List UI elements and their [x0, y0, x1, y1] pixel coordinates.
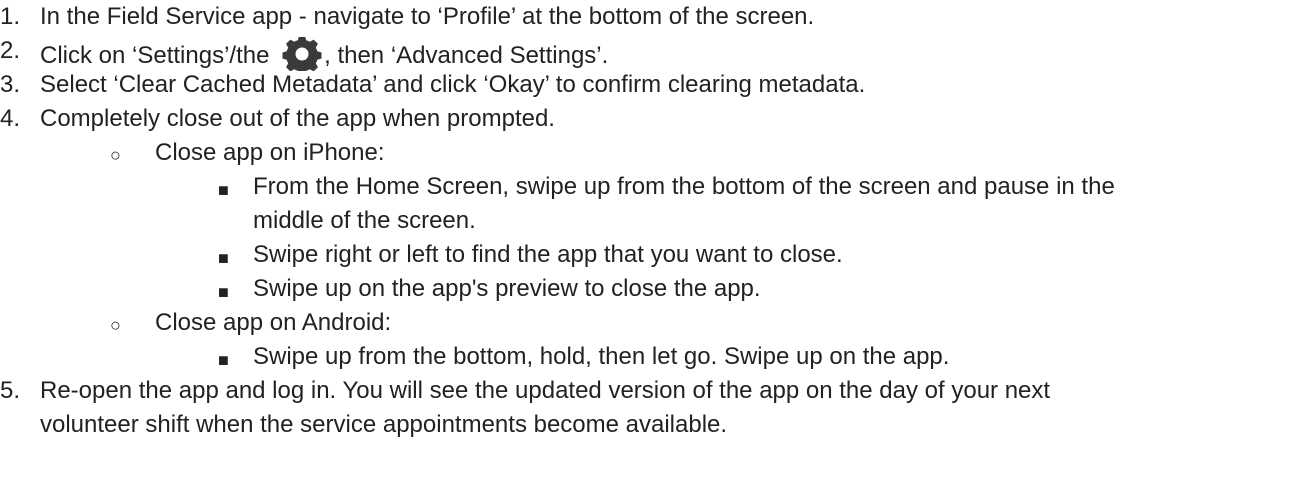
step-5-line1: Re-open the app and log in. You will see…	[40, 377, 1051, 404]
step-2: 2.	[0, 37, 20, 65]
step-2-text: Click on ‘Settings’/the , then ‘Advanced…	[40, 36, 609, 75]
iphone-item-3: Swipe up on the app's preview to close t…	[253, 275, 761, 302]
iphone-item-1-line1: From the Home Screen, swipe up from the …	[253, 173, 1115, 200]
step-5-line2: volunteer shift when the service appoint…	[40, 411, 728, 438]
step-number: 4.	[0, 105, 21, 132]
sub-substep-bullet: ■	[218, 180, 229, 200]
substep-android-label: Close app on Android:	[155, 309, 392, 336]
step-number: 5.	[0, 377, 21, 404]
step-number: 2.	[0, 37, 21, 64]
gear-icon	[278, 36, 326, 75]
step-4: 4.	[0, 105, 20, 133]
step-number: 1.	[0, 3, 21, 30]
substep-bullet: ○	[110, 315, 121, 335]
substep-iphone-label: Close app on iPhone:	[155, 139, 385, 166]
step-3-text: Select ‘Clear Cached Metadata’ and click…	[40, 71, 866, 98]
step-1: 1.	[0, 3, 20, 31]
sub-substep-bullet: ■	[218, 248, 229, 268]
sub-substep-bullet: ■	[218, 350, 229, 370]
step-1-text: In the Field Service app - navigate to ‘…	[40, 3, 815, 30]
iphone-item-1-line2: middle of the screen.	[253, 207, 476, 234]
step-2-text-before: Click on ‘Settings’/the	[40, 42, 277, 69]
step-4-text: Completely close out of the app when pro…	[40, 105, 555, 132]
sub-substep-bullet: ■	[218, 282, 229, 302]
iphone-item-2: Swipe right or left to find the app that…	[253, 241, 843, 268]
substep-bullet: ○	[110, 145, 121, 165]
android-item-1: Swipe up from the bottom, hold, then let…	[253, 343, 950, 370]
step-3: 3.	[0, 71, 20, 99]
step-number: 3.	[0, 71, 21, 98]
step-2-text-after: , then ‘Advanced Settings’.	[324, 42, 609, 69]
step-5: 5.	[0, 377, 20, 405]
